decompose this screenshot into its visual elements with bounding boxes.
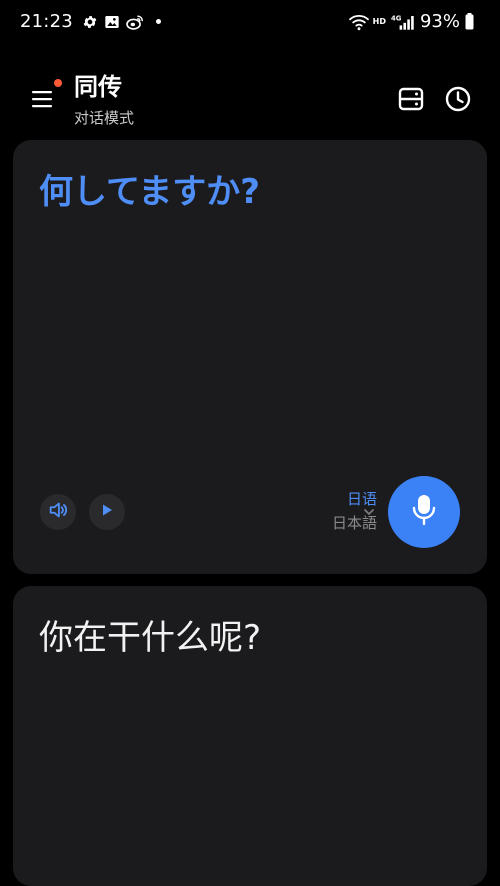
- network-type: 4G: [391, 14, 402, 22]
- play-button[interactable]: [89, 494, 125, 530]
- play-icon: [99, 502, 115, 522]
- status-right: HD 4G 93%: [348, 11, 474, 32]
- header-titles: 同传 对话模式: [74, 72, 134, 128]
- target-card: 你在干什么呢?: [13, 586, 487, 886]
- status-bar: 21:23 HD 4G 93%: [0, 0, 500, 46]
- source-card: 何してますか? 日语 日本語: [13, 140, 487, 574]
- history-button[interactable]: [443, 84, 473, 114]
- hd-indicator: HD: [372, 17, 386, 26]
- status-notification-icons: [82, 14, 161, 30]
- speaker-button[interactable]: [40, 494, 76, 530]
- battery-icon: [465, 13, 474, 30]
- menu-notification-badge: [54, 79, 62, 87]
- menu-button[interactable]: [30, 86, 56, 112]
- page-title: 同传: [74, 73, 122, 101]
- history-clock-icon: [443, 86, 473, 118]
- speaker-icon: [47, 499, 69, 525]
- mode-subtitle: 对话模式: [74, 109, 135, 127]
- menu-icon: [30, 91, 56, 116]
- chevron-down-icon[interactable]: [362, 504, 376, 518]
- microphone-button[interactable]: [388, 476, 460, 548]
- status-time: 21:23: [20, 11, 73, 32]
- notification-dot: [155, 19, 161, 24]
- settings-gear-icon: [82, 14, 98, 30]
- storage-icon: [396, 87, 426, 118]
- signal-icon: 4G: [391, 13, 415, 31]
- storage-button[interactable]: [396, 84, 426, 114]
- wifi-icon: [348, 13, 370, 31]
- app-header: 同传 对话模式: [0, 62, 500, 136]
- status-left: 21:23: [20, 11, 161, 32]
- source-text: 何してますか?: [39, 172, 261, 212]
- weibo-icon: [126, 14, 144, 30]
- gallery-image-icon: [104, 14, 120, 30]
- battery-percent: 93%: [419, 11, 460, 32]
- microphone-icon: [409, 493, 439, 531]
- target-text: 你在干什么呢?: [39, 618, 262, 658]
